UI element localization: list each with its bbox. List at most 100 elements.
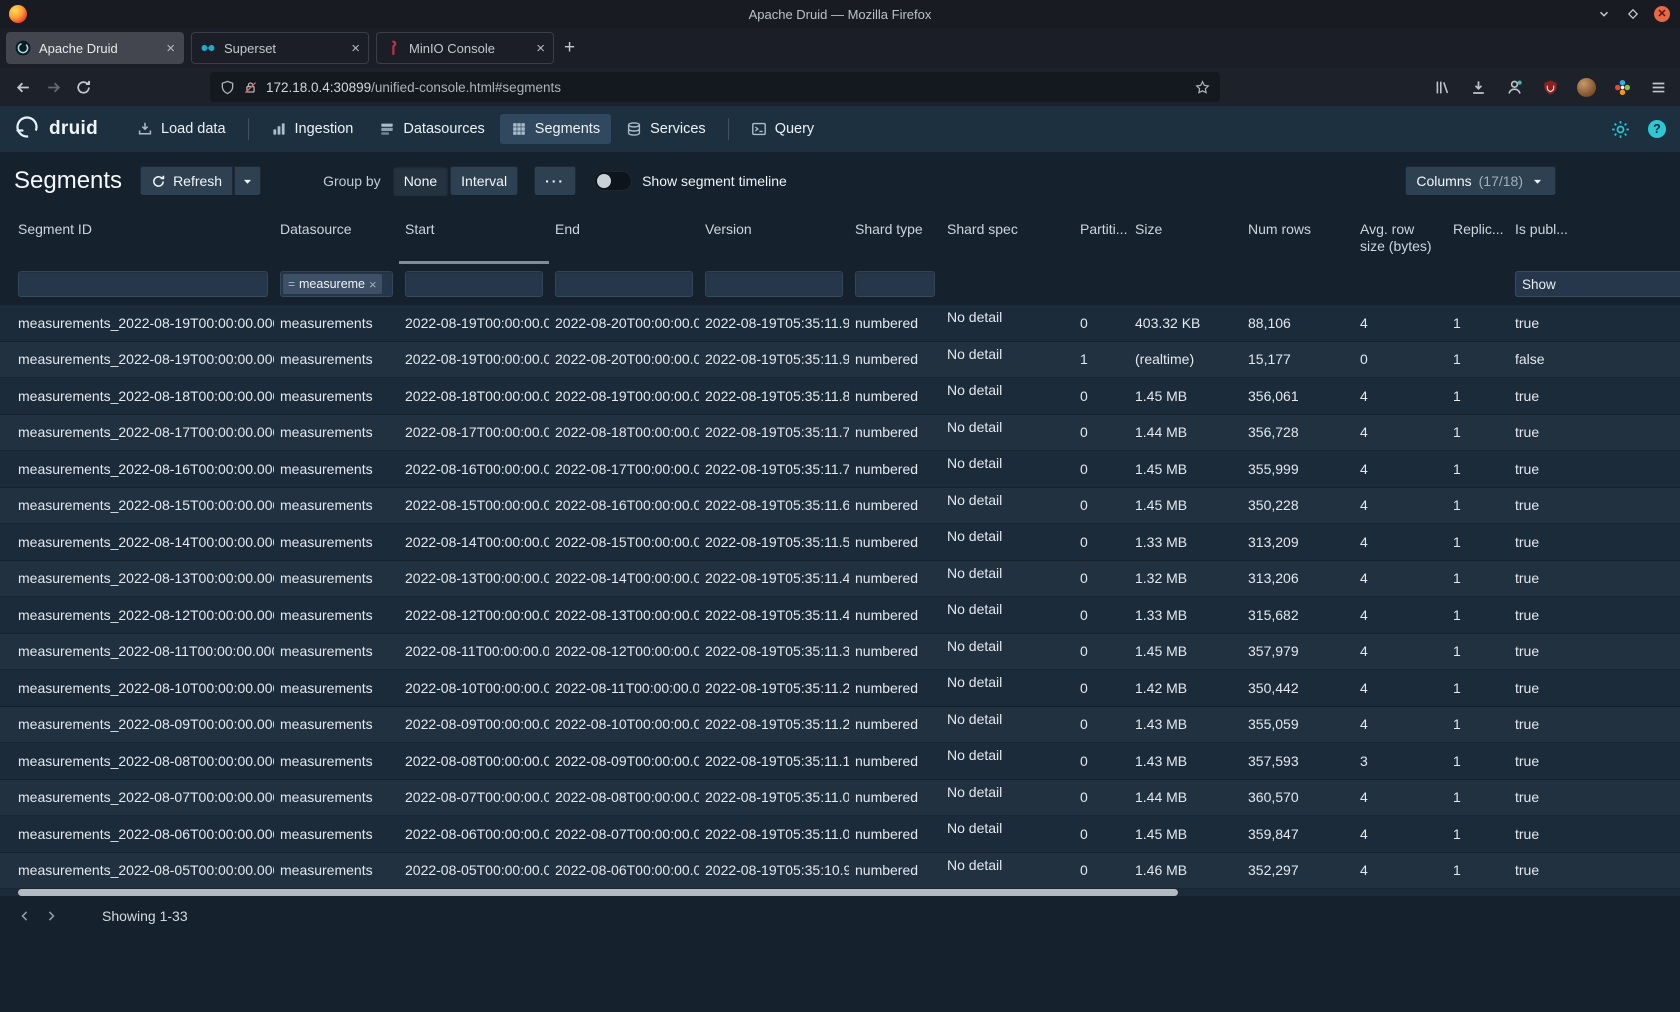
bookmark-star-icon[interactable] bbox=[1195, 80, 1210, 95]
column-header-11[interactable]: Replic... bbox=[1447, 210, 1509, 264]
browser-tab-superset[interactable]: Superset× bbox=[191, 32, 369, 64]
column-header-4[interactable]: Version bbox=[699, 210, 849, 264]
segment-timeline-toggle[interactable] bbox=[594, 171, 632, 191]
cell-5: numbered bbox=[849, 315, 941, 331]
column-header-9[interactable]: Num rows bbox=[1242, 210, 1354, 264]
horizontal-scrollbar[interactable] bbox=[18, 889, 1178, 896]
cell-4: 2022-08-19T05:35:11.7... bbox=[699, 461, 849, 477]
column-header-8[interactable]: Size bbox=[1129, 210, 1242, 264]
filter-input-5[interactable] bbox=[855, 271, 935, 297]
help-icon[interactable]: ? bbox=[1648, 120, 1666, 138]
table-row[interactable]: measurements_2022-08-06T00:00:00.000Z...… bbox=[0, 816, 1680, 853]
filter-cell-11 bbox=[1447, 264, 1509, 305]
table-row[interactable]: measurements_2022-08-17T00:00:00.000Z...… bbox=[0, 415, 1680, 452]
druid-nav-segments[interactable]: Segments bbox=[500, 114, 611, 144]
more-options-button[interactable]: ··· bbox=[534, 166, 576, 196]
cell-9: 360,570 bbox=[1242, 789, 1354, 805]
table-row[interactable]: measurements_2022-08-18T00:00:00.000Z...… bbox=[0, 378, 1680, 415]
equals-icon: = bbox=[288, 277, 295, 291]
column-header-0[interactable]: Segment ID bbox=[12, 210, 274, 264]
tab-close-icon[interactable]: × bbox=[166, 41, 175, 56]
browser-tab-apache-druid[interactable]: Apache Druid× bbox=[6, 32, 184, 64]
tab-close-icon[interactable]: × bbox=[536, 41, 545, 56]
new-tab-button[interactable]: + bbox=[564, 37, 575, 59]
tab-close-icon[interactable]: × bbox=[351, 41, 360, 56]
column-header-6[interactable]: Shard spec bbox=[941, 210, 1074, 264]
downloads-icon[interactable] bbox=[1465, 74, 1492, 101]
table-row[interactable]: measurements_2022-08-05T00:00:00.000Z...… bbox=[0, 853, 1680, 890]
show-filter-select[interactable]: Show bbox=[1515, 271, 1680, 297]
url-bar[interactable]: 172.18.0.4:30899/unified-console.html#se… bbox=[210, 72, 1220, 102]
cell-12: true bbox=[1509, 607, 1680, 623]
table-row[interactable]: measurements_2022-08-19T00:00:00.000Z...… bbox=[0, 305, 1680, 342]
columns-button[interactable]: Columns (17/18) bbox=[1405, 166, 1556, 196]
cell-7: 0 bbox=[1074, 680, 1129, 696]
table-row[interactable]: measurements_2022-08-07T00:00:00.000Z...… bbox=[0, 780, 1680, 817]
druid-nav-ingestion[interactable]: Ingestion bbox=[260, 114, 365, 144]
table-row[interactable]: measurements_2022-08-12T00:00:00.000Z...… bbox=[0, 597, 1680, 634]
filter-input-3[interactable] bbox=[555, 271, 693, 297]
profile-avatar[interactable] bbox=[1573, 74, 1600, 101]
filter-input-2[interactable] bbox=[405, 271, 543, 297]
druid-nav-load-data[interactable]: Load data bbox=[126, 114, 237, 144]
druid-header: druid Load data IngestionDatasourcesSegme… bbox=[0, 106, 1680, 152]
column-header-7[interactable]: Partiti... bbox=[1074, 210, 1129, 264]
minimize-icon[interactable] bbox=[1596, 6, 1612, 22]
table-row[interactable]: measurements_2022-08-15T00:00:00.000Z...… bbox=[0, 488, 1680, 525]
filter-cell-6 bbox=[941, 264, 1074, 305]
maximize-icon[interactable] bbox=[1625, 6, 1641, 22]
back-icon[interactable] bbox=[8, 73, 38, 101]
table-row[interactable]: measurements_2022-08-08T00:00:00.000Z...… bbox=[0, 743, 1680, 780]
refresh-button[interactable]: Refresh bbox=[140, 166, 233, 196]
insecure-lock-icon[interactable] bbox=[243, 80, 258, 95]
druid-nav-datasources[interactable]: Datasources bbox=[368, 114, 495, 144]
column-header-5[interactable]: Shard type bbox=[849, 210, 941, 264]
browser-tab-minio-console[interactable]: MinIO Console× bbox=[376, 32, 554, 64]
cell-3: 2022-08-07T00:00:00.0... bbox=[549, 826, 699, 842]
pinwheel-extension-icon[interactable] bbox=[1609, 74, 1636, 101]
druid-brand[interactable]: druid bbox=[14, 114, 98, 145]
column-header-12[interactable]: Is publ... bbox=[1509, 210, 1680, 264]
column-header-2[interactable]: Start bbox=[399, 210, 549, 264]
table-row[interactable]: measurements_2022-08-09T00:00:00.000Z...… bbox=[0, 707, 1680, 744]
table-row[interactable]: measurements_2022-08-16T00:00:00.000Z...… bbox=[0, 451, 1680, 488]
filter-input-4[interactable] bbox=[705, 271, 843, 297]
shield-icon[interactable] bbox=[220, 80, 235, 95]
remove-filter-icon[interactable]: × bbox=[369, 277, 377, 292]
cell-11: 1 bbox=[1447, 753, 1509, 769]
library-icon[interactable] bbox=[1429, 74, 1456, 101]
filter-input-1[interactable]: =measureme× bbox=[280, 271, 393, 297]
account-icon[interactable] bbox=[1501, 74, 1528, 101]
table-row[interactable]: measurements_2022-08-10T00:00:00.000Z...… bbox=[0, 670, 1680, 707]
table-row[interactable]: measurements_2022-08-11T00:00:00.000Z...… bbox=[0, 634, 1680, 671]
refresh-caret-button[interactable] bbox=[234, 166, 261, 196]
reload-icon[interactable] bbox=[68, 73, 98, 101]
datasource-filter-tag[interactable]: =measureme× bbox=[283, 274, 382, 294]
table-row[interactable]: measurements_2022-08-13T00:00:00.000Z...… bbox=[0, 561, 1680, 598]
column-header-10[interactable]: Avg. row size (bytes) bbox=[1354, 210, 1447, 264]
group-by-none-button[interactable]: None bbox=[393, 166, 448, 196]
column-header-3[interactable]: End bbox=[549, 210, 699, 264]
refresh-button-group: Refresh bbox=[140, 166, 261, 196]
prev-page-icon[interactable] bbox=[12, 903, 38, 929]
table-row[interactable]: measurements_2022-08-19T00:00:00.000Z...… bbox=[0, 342, 1680, 379]
next-page-icon[interactable] bbox=[38, 903, 64, 929]
cell-11: 1 bbox=[1447, 680, 1509, 696]
cell-1: measurements bbox=[274, 461, 399, 477]
cell-9: 357,593 bbox=[1242, 753, 1354, 769]
ublock-shield-icon[interactable] bbox=[1537, 74, 1564, 101]
druid-nav-query[interactable]: Query bbox=[740, 114, 826, 144]
url-path: /unified-console.html#segments bbox=[371, 80, 561, 95]
group-by-interval-button[interactable]: Interval bbox=[450, 166, 518, 196]
menu-icon[interactable] bbox=[1645, 74, 1672, 101]
cell-2: 2022-08-05T00:00:00.0... bbox=[399, 862, 549, 878]
table-row[interactable]: measurements_2022-08-14T00:00:00.000Z...… bbox=[0, 524, 1680, 561]
filter-input-0[interactable] bbox=[18, 271, 268, 297]
close-icon[interactable]: ✕ bbox=[1654, 6, 1670, 22]
druid-nav-services[interactable]: Services bbox=[615, 114, 717, 144]
forward-icon[interactable] bbox=[38, 73, 68, 101]
cell-3: 2022-08-12T00:00:00.0... bbox=[549, 643, 699, 659]
column-header-1[interactable]: Datasource bbox=[274, 210, 399, 264]
settings-gear-icon[interactable] bbox=[1611, 120, 1630, 139]
cell-9: 359,847 bbox=[1242, 826, 1354, 842]
